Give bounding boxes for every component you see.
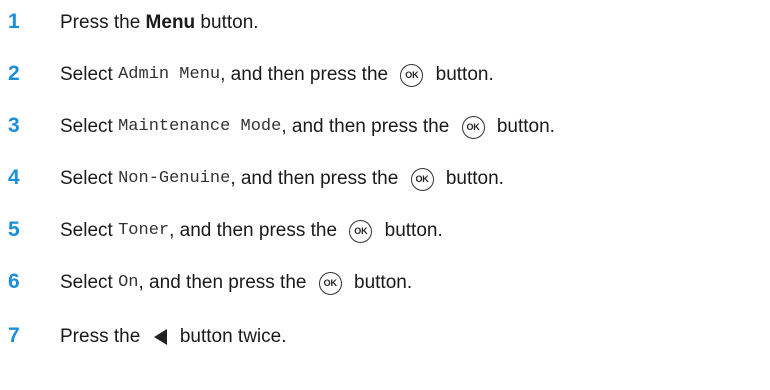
step-text: Select Admin Menu , and then press the O…: [60, 62, 494, 88]
step-text-mid: , and then press the: [230, 168, 404, 189]
menu-item-name: Maintenance Mode: [118, 117, 282, 136]
step-number: 2: [8, 62, 20, 85]
step-text-pre: Select: [60, 116, 119, 137]
step-text-post: button.: [379, 220, 443, 241]
step-number: 6: [8, 270, 20, 293]
step-text-pre: Select: [60, 168, 119, 189]
step-text-pre: Select: [60, 272, 119, 293]
step-number: 3: [8, 114, 20, 137]
step-text-post: button twice.: [174, 326, 287, 347]
step-text-post: button.: [430, 64, 494, 85]
menu-item-name: Toner: [118, 221, 170, 240]
step-text-post: button.: [195, 12, 259, 33]
back-arrow-icon: [153, 329, 167, 345]
step-text-pre: Select: [60, 220, 119, 241]
ok-button-icon: OK: [400, 63, 424, 87]
step-number: 7: [8, 324, 20, 347]
step-text: Select Non-Genuine , and then press the …: [60, 166, 504, 192]
step-text-mid: , and then press the: [169, 220, 343, 241]
step-text-mid: , and then press the: [281, 116, 455, 137]
step-text-mid: , and then press the: [220, 64, 394, 85]
step-text-post: button.: [440, 168, 504, 189]
menu-button-name: Menu: [145, 12, 196, 33]
step-text: Press the Menu button.: [60, 10, 259, 36]
menu-item-name: On: [118, 273, 139, 292]
step-text-pre: Press the: [60, 12, 146, 33]
ok-button-icon: OK: [349, 219, 373, 243]
ok-button-icon: OK: [410, 167, 434, 191]
step-text: Select On , and then press the OK button…: [60, 270, 412, 296]
step-number: 4: [8, 166, 20, 189]
step-text-mid: , and then press the: [138, 272, 312, 293]
step-number: 1: [8, 10, 20, 33]
ok-button-icon: OK: [318, 271, 342, 295]
menu-item-name: Non-Genuine: [118, 169, 231, 188]
step-number: 5: [8, 218, 20, 241]
step-text: Select Maintenance Mode , and then press…: [60, 114, 555, 140]
menu-item-name: Admin Menu: [118, 65, 221, 84]
step-text-pre: Press the: [60, 326, 146, 347]
step-text-post: button.: [348, 272, 413, 293]
step-text: Select Toner , and then press the OK but…: [60, 218, 443, 244]
step-text: Press the button twice.: [60, 324, 287, 350]
step-text-post: button.: [491, 116, 555, 137]
ok-button-icon: OK: [461, 115, 485, 139]
step-text-pre: Select: [60, 64, 119, 85]
